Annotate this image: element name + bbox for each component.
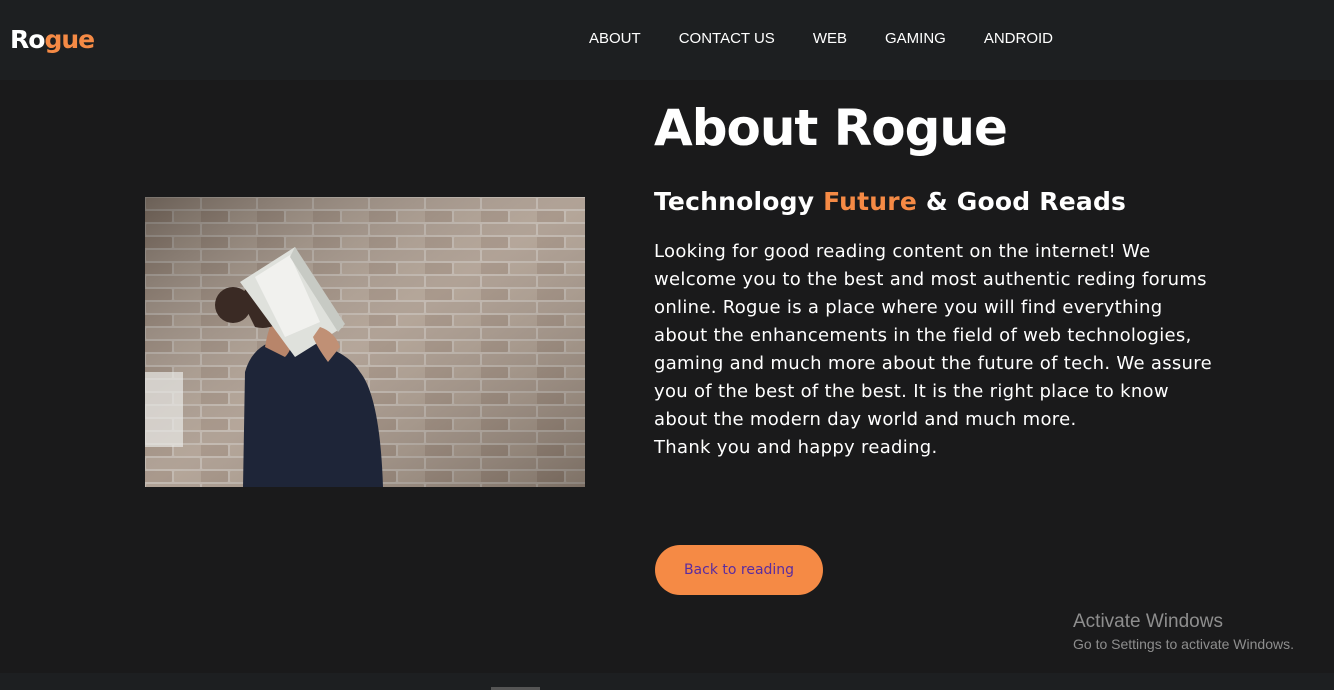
logo[interactable]: Rogue [10,24,95,56]
nav-item-about[interactable]: ABOUT [589,29,641,49]
photo-illustration [145,197,585,487]
footer-strip [0,673,1334,690]
subtitle-accent: Future [823,187,917,216]
windows-activation-watermark: Activate Windows Go to Settings to activ… [1073,610,1294,654]
about-section: About Rogue Technology Future & Good Rea… [654,98,1214,462]
subtitle: Technology Future & Good Reads [654,186,1214,218]
about-body-paragraph: Looking for good reading content on the … [654,241,1212,430]
nav-item-contact-us[interactable]: CONTACT US [679,29,775,49]
about-closing: Thank you and happy reading. [654,437,938,458]
page-title: About Rogue [654,99,1008,157]
navbar: Rogue ABOUT CONTACT US WEB GAMING ANDROI… [0,0,1334,80]
about-photo [145,197,585,487]
nav-item-android[interactable]: ANDROID [984,29,1053,49]
logo-text-white: Ro [10,25,45,54]
watermark-line1: Activate Windows [1073,611,1223,632]
logo-text-orange: gue [44,25,95,54]
about-body: Looking for good reading content on the … [654,238,1214,462]
nav-item-web[interactable]: WEB [813,29,847,49]
subtitle-part1: Technology [654,187,824,216]
subtitle-part2: & Good Reads [917,187,1127,216]
watermark-line2: Go to Settings to activate Windows. [1073,636,1294,652]
back-to-reading-button[interactable]: Back to reading [655,545,823,595]
nav-links: ABOUT CONTACT US WEB GAMING ANDROID [589,29,1091,49]
nav-item-gaming[interactable]: GAMING [885,29,946,49]
